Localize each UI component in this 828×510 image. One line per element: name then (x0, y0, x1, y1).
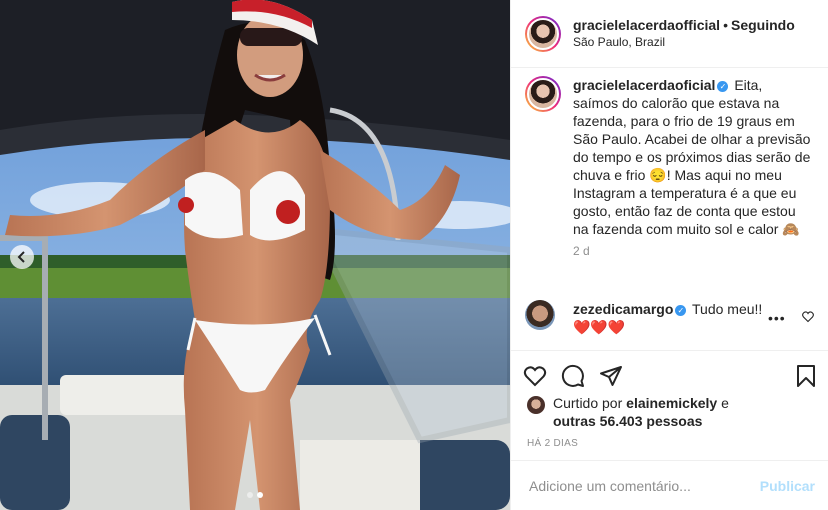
commenter-username[interactable]: zezedicamargo (573, 301, 673, 317)
likes-text: Curtido por elainemickely e outras 56.40… (553, 394, 729, 430)
comment-button[interactable] (561, 364, 585, 388)
post-header: gracielelacerdaofficial • Seguindo São Pau… (511, 0, 828, 68)
comment-input[interactable] (527, 476, 760, 495)
author-avatar[interactable] (525, 15, 561, 52)
liker-username[interactable]: elainemickely (626, 395, 717, 411)
carousel-indicator (0, 492, 510, 498)
verified-icon: ✓ (717, 80, 729, 92)
carousel-prev-button[interactable] (10, 245, 34, 269)
comment-item: zezedicamargo ✓ Tudo meu!! ❤️❤️❤️ ••• (525, 300, 814, 336)
caption-text: gracielelacerdaoficial ✓ Eita, saímos do … (573, 76, 811, 238)
author-username[interactable]: gracielelacerdaofficial (573, 17, 720, 33)
chevron-left-icon (17, 251, 25, 263)
share-button[interactable] (599, 364, 623, 388)
header-separator: • (723, 16, 728, 33)
bookmark-icon (797, 364, 815, 387)
publish-button[interactable]: Publicar (760, 478, 815, 494)
comment-icon (561, 364, 584, 387)
caption-avatar[interactable] (525, 76, 561, 112)
post-photo[interactable] (0, 0, 510, 510)
photo-illustration (0, 0, 510, 510)
add-comment-bar: Publicar (511, 460, 828, 510)
post-location[interactable]: São Paulo, Brazil (573, 34, 795, 51)
caption-username[interactable]: gracielelacerdaoficial (573, 77, 715, 93)
comment-hearts: ❤️❤️❤️ (573, 319, 626, 335)
avatar-image (527, 78, 559, 110)
carousel-dot (247, 492, 253, 498)
caption-emoji-2: 🙈 (782, 221, 800, 237)
comment-text-block: zezedicamargo ✓ Tudo meu!! ❤️❤️❤️ (573, 300, 773, 336)
post-actions (511, 350, 828, 400)
post-sidebar: gracielelacerdaofficial • Seguindo São Pau… (510, 0, 828, 510)
likes-conjunction: e (721, 395, 729, 411)
comment-like-button[interactable] (802, 310, 814, 336)
commenter-avatar[interactable] (525, 300, 555, 330)
post-date[interactable]: HÁ 2 DIAS (527, 438, 578, 449)
like-button[interactable] (523, 364, 547, 388)
avatar-image (527, 17, 559, 50)
likes-summary: Curtido por elainemickely e outras 56.40… (527, 394, 729, 430)
liker-avatar[interactable] (527, 396, 545, 414)
save-button[interactable] (795, 364, 817, 388)
caption-block: gracielelacerdaoficial ✓ Eita, saímos do … (511, 68, 828, 238)
caption-timestamp[interactable]: 2 d (573, 244, 828, 258)
heart-icon (523, 365, 547, 386)
caption-emoji-1: 😔 (649, 167, 667, 183)
likes-prefix: Curtido por (553, 395, 623, 411)
comment-text: Tudo meu!! (692, 301, 763, 317)
verified-icon: ✓ (675, 304, 687, 316)
carousel-dot-active (257, 492, 263, 498)
follow-status-button[interactable]: Seguindo (731, 17, 795, 33)
heart-icon (802, 311, 814, 323)
share-icon (600, 365, 622, 386)
likes-others-link[interactable]: outras 56.403 pessoas (553, 413, 702, 429)
comment-more-button[interactable]: ••• (768, 310, 786, 326)
post-header-text: gracielelacerdaofficial • Seguindo São Pau… (573, 17, 795, 51)
